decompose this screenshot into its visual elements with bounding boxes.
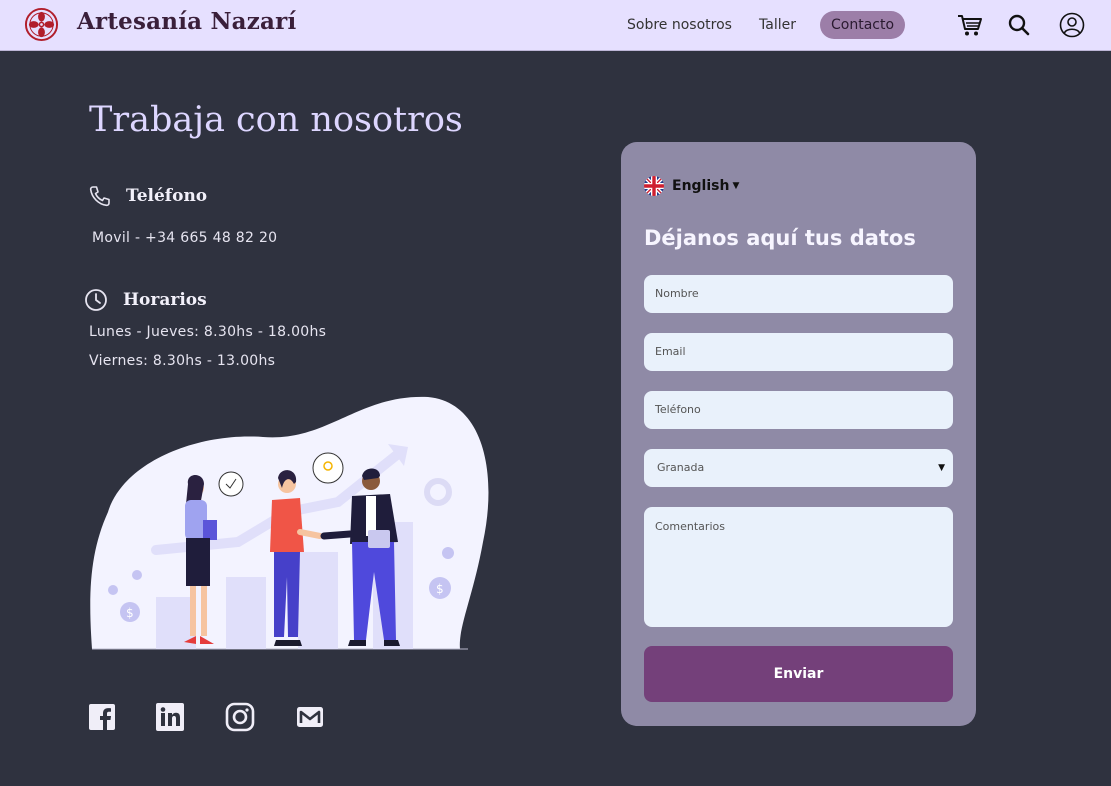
chevron-down-icon: ▼: [732, 181, 740, 191]
chevron-down-icon: ▼: [938, 463, 945, 473]
page-title: Trabaja con nosotros: [89, 100, 463, 140]
svg-text:$: $: [126, 606, 134, 620]
name-field[interactable]: Nombre: [644, 275, 953, 313]
business-handshake-illustration: $ $: [90, 396, 489, 650]
submit-button[interactable]: Enviar: [644, 646, 953, 702]
nav-sobre-nosotros[interactable]: Sobre nosotros: [616, 11, 743, 39]
email-field[interactable]: Email: [644, 333, 953, 371]
city-select-value: Granada: [657, 461, 705, 474]
language-label: English: [672, 178, 730, 194]
clock-icon: [85, 289, 107, 311]
cart-icon[interactable]: [956, 11, 984, 39]
phone-number: Movil - +34 665 48 82 20: [92, 230, 278, 246]
facebook-icon[interactable]: [86, 701, 118, 733]
phone-heading: Teléfono: [126, 186, 208, 206]
nav-contacto[interactable]: Contacto: [820, 11, 906, 39]
uk-flag-icon: [644, 176, 664, 196]
instagram-icon[interactable]: [224, 701, 256, 733]
hours-line-friday: Viernes: 8.30hs - 13.00hs: [89, 353, 276, 369]
language-selector[interactable]: English ▼: [644, 175, 739, 197]
linkedin-icon[interactable]: [154, 701, 186, 733]
hours-heading: Horarios: [123, 290, 207, 310]
svg-text:$: $: [436, 582, 444, 596]
search-icon[interactable]: [1005, 11, 1033, 39]
form-title: Déjanos aquí tus datos: [644, 226, 916, 250]
brand-name[interactable]: Artesanía Nazarí: [77, 8, 296, 35]
user-icon[interactable]: [1058, 11, 1086, 39]
phone-icon: [89, 186, 110, 207]
phone-field[interactable]: Teléfono: [644, 391, 953, 429]
mail-icon[interactable]: [294, 701, 326, 733]
hours-line-weekdays: Lunes - Jueves: 8.30hs - 18.00hs: [89, 324, 327, 340]
comments-textarea[interactable]: Comentarios: [644, 507, 953, 627]
city-select[interactable]: Granada ▼: [644, 449, 953, 487]
logo-icon[interactable]: [24, 7, 59, 42]
top-navbar: Artesanía Nazarí Sobre nosotros Taller C…: [0, 0, 1111, 51]
nav-taller[interactable]: Taller: [748, 11, 807, 39]
